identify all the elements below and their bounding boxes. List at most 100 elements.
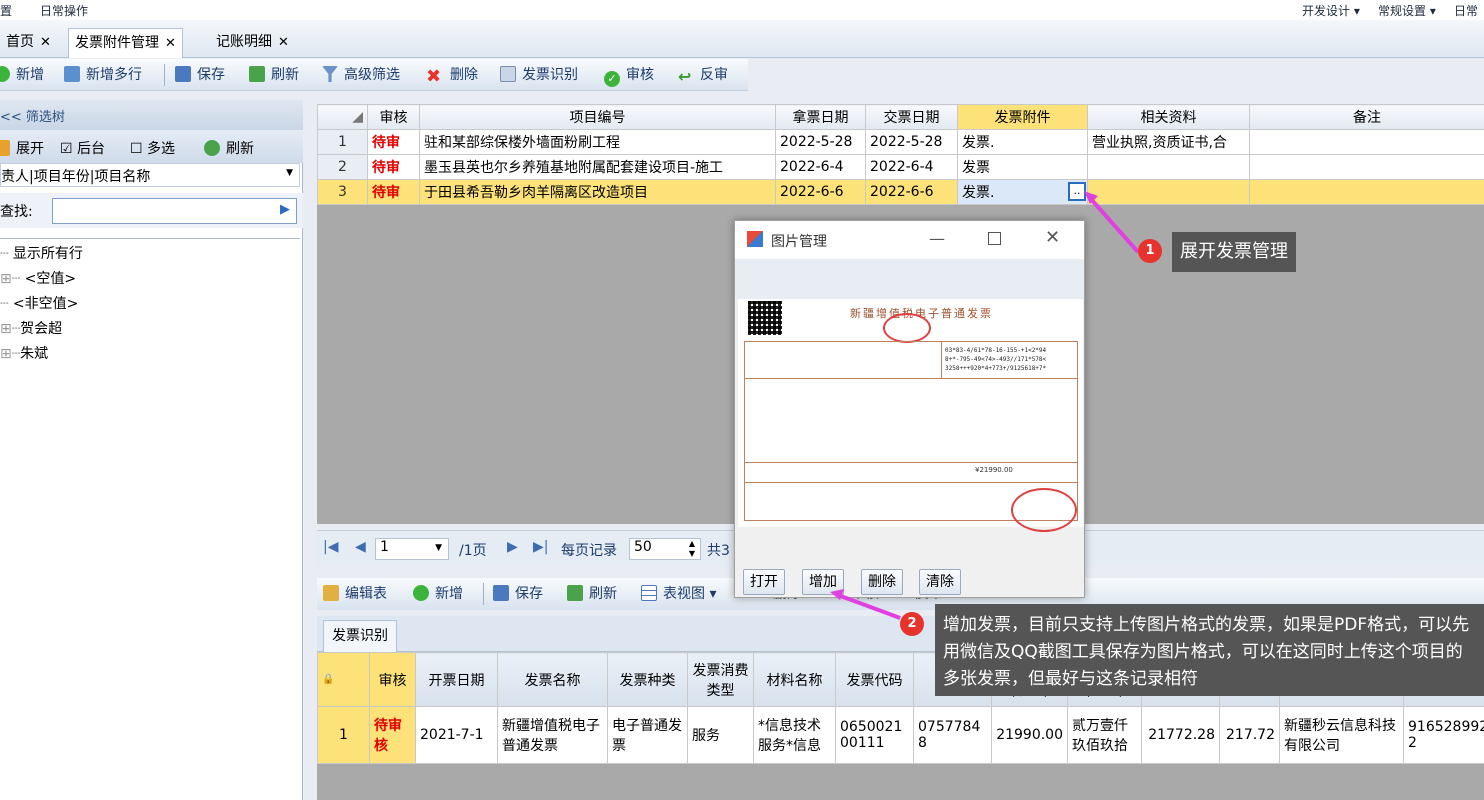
detail-refresh-button[interactable]: 刷新: [567, 584, 617, 604]
col-header-approve[interactable]: 审核: [369, 652, 416, 707]
col-header-material[interactable]: 材料名称: [753, 652, 836, 707]
consumption-type-cell[interactable]: 服务: [687, 706, 754, 764]
lock-icon[interactable]: 🔒: [317, 652, 370, 707]
delete-button[interactable]: ✖ 删除: [426, 65, 478, 86]
note-cell[interactable]: [1249, 179, 1484, 205]
tree-node-zhubin[interactable]: ⊞┄朱斌: [0, 343, 48, 363]
project-cell[interactable]: 于田县希吾勒乡肉羊隔离区改造项目: [419, 179, 776, 205]
close-icon[interactable]: ✕: [40, 35, 51, 50]
play-arrow-icon[interactable]: ▶: [280, 202, 290, 217]
group-by-combo[interactable]: 责人|项目年份|项目名称 ▼: [0, 163, 300, 187]
col-header-invoice-date[interactable]: 开票日期: [415, 652, 498, 707]
save-button[interactable]: 保存: [175, 65, 225, 85]
open-button[interactable]: 打开: [743, 569, 785, 595]
invoice-name-cell[interactable]: 新疆增值税电子普通发票: [497, 706, 608, 764]
edit-table-button[interactable]: 编辑表: [323, 584, 387, 604]
per-page-spinner[interactable]: 50 ▲ ▼: [629, 538, 701, 560]
note-cell[interactable]: [1249, 129, 1484, 155]
add-button[interactable]: 新增: [0, 65, 44, 85]
row-number[interactable]: 2: [317, 154, 368, 180]
last-page-icon[interactable]: ▶|: [533, 539, 548, 555]
multi-select-checkbox[interactable]: ☐ 多选: [130, 138, 175, 158]
docs-cell[interactable]: 营业执照,资质证书,合: [1087, 129, 1250, 155]
advanced-filter-button[interactable]: 高级筛选: [322, 65, 400, 85]
col-header-attachment[interactable]: 发票附件: [957, 104, 1088, 130]
menu-item-dev[interactable]: 开发设计 ▾: [1302, 2, 1360, 19]
project-cell[interactable]: 墨玉县英也尔乡养殖基地附属配套建设项目-施工: [419, 154, 776, 180]
invoice-code-cell[interactable]: 065002100111: [835, 706, 914, 764]
refresh-button[interactable]: 刷新: [249, 65, 299, 85]
add-multi-button[interactable]: 新增多行: [64, 65, 142, 85]
row-number[interactable]: 3: [317, 179, 368, 205]
backend-checkbox[interactable]: ☑ 后台: [60, 138, 105, 158]
detail-add-button[interactable]: 新增: [413, 584, 463, 604]
tab-ledger-detail[interactable]: 记账明细 ✕: [210, 28, 295, 58]
col-header-note[interactable]: 备注: [1249, 104, 1484, 130]
invoice-kind-cell[interactable]: 电子普通发票: [607, 706, 688, 764]
table-view-button[interactable]: 表视图 ▾: [641, 584, 716, 604]
dialog-titlebar[interactable]: 图片管理 — ✕: [735, 221, 1084, 259]
tab-home[interactable]: 首页 ✕: [0, 28, 57, 58]
col-header-invoice-name[interactable]: 发票名称: [497, 652, 608, 707]
tree-refresh-button[interactable]: 刷新: [204, 138, 254, 158]
submit-date-cell[interactable]: 2022-6-6: [865, 179, 958, 205]
tree-node-hehuichao[interactable]: ⊞┄贺会超: [0, 318, 62, 338]
attachment-cell-editing[interactable]: 发票...: [957, 179, 1088, 205]
tree-node-null[interactable]: ⊞┄ <空值>: [0, 268, 76, 288]
next-page-icon[interactable]: ▶: [507, 539, 518, 555]
project-cell[interactable]: 驻和某部综保楼外墙面粉刷工程: [419, 129, 776, 155]
total-lower-cell[interactable]: 21990.00: [991, 706, 1068, 764]
chevron-down-icon[interactable]: ▼: [286, 168, 293, 178]
filter-tree-header[interactable]: << 筛选树: [0, 100, 303, 130]
status-cell[interactable]: 待审核: [369, 706, 416, 764]
status-cell[interactable]: 待审: [367, 179, 420, 205]
col-header-project[interactable]: 项目编号: [419, 104, 776, 130]
approve-button[interactable]: ✓ 审核: [604, 65, 654, 87]
row-number[interactable]: 1: [317, 706, 370, 764]
menu-item-daily[interactable]: 日常操作: [40, 2, 88, 19]
spinner-arrows-icon[interactable]: ▲ ▼: [689, 539, 695, 559]
close-icon[interactable]: ✕: [165, 36, 176, 51]
seller-cell[interactable]: 新疆秒云信息科技有限公司: [1279, 706, 1404, 764]
corner-cell[interactable]: ◢: [317, 104, 368, 130]
status-cell[interactable]: 待审: [367, 129, 420, 155]
total-upper-cell[interactable]: 贰万壹仟玖佰玖拾: [1067, 706, 1142, 764]
docs-cell[interactable]: [1087, 154, 1250, 180]
page-select[interactable]: 1 ▼: [375, 538, 449, 560]
table-row-selected[interactable]: 3 待审 于田县希吾勒乡肉羊隔离区改造项目 2022-6-6 2022-6-6 …: [317, 179, 1484, 205]
seller-id-cell[interactable]: 916528992872: [1403, 706, 1484, 764]
minimize-icon[interactable]: —: [929, 229, 945, 248]
attachment-cell[interactable]: 发票: [957, 154, 1088, 180]
take-date-cell[interactable]: 2022-5-28: [775, 129, 866, 155]
clear-button[interactable]: 清除: [919, 569, 961, 595]
take-date-cell[interactable]: 2022-6-6: [775, 179, 866, 205]
submit-date-cell[interactable]: 2022-5-28: [865, 129, 958, 155]
table-row[interactable]: 2 待审 墨玉县英也尔乡养殖基地附属配套建设项目-施工 2022-6-4 202…: [317, 154, 1484, 180]
note-cell[interactable]: [1249, 154, 1484, 180]
submit-date-cell[interactable]: 2022-6-4: [865, 154, 958, 180]
menu-item-settings[interactable]: 置: [0, 2, 12, 19]
col-header-approve[interactable]: 审核: [367, 104, 420, 130]
ellipsis-button[interactable]: ..: [1068, 182, 1086, 201]
col-header-invoice-code[interactable]: 发票代码: [835, 652, 914, 707]
col-header-docs[interactable]: 相关资料: [1087, 104, 1250, 130]
docs-cell[interactable]: [1087, 179, 1250, 205]
menu-item-general[interactable]: 常规设置 ▾: [1378, 2, 1436, 19]
find-input[interactable]: ▶: [52, 198, 297, 224]
table-row[interactable]: 1 待审 驻和某部综保楼外墙面粉刷工程 2022-5-28 2022-5-28 …: [317, 129, 1484, 155]
net-amount-cell[interactable]: 21772.28: [1141, 706, 1220, 764]
close-icon[interactable]: ✕: [278, 35, 289, 50]
take-date-cell[interactable]: 2022-6-4: [775, 154, 866, 180]
close-icon[interactable]: ✕: [1045, 227, 1060, 248]
chevron-down-icon[interactable]: ▼: [435, 543, 442, 553]
col-header-take-date[interactable]: 拿票日期: [775, 104, 866, 130]
invoice-image[interactable]: 新疆增值税电子普通发票 03*83-4/61*78-16-155-+1<2*94…: [738, 299, 1083, 532]
expand-button[interactable]: 展开: [0, 138, 44, 158]
delete-image-button[interactable]: 删除: [861, 569, 903, 595]
invoice-date-cell[interactable]: 2021-7-1: [415, 706, 498, 764]
tab-invoice-recognition[interactable]: 发票识别: [323, 620, 397, 652]
material-cell[interactable]: *信息技术服务*信息: [753, 706, 836, 764]
attachment-cell[interactable]: 发票.: [957, 129, 1088, 155]
col-header-submit-date[interactable]: 交票日期: [865, 104, 958, 130]
invoice-number-cell[interactable]: 07577848: [913, 706, 992, 764]
